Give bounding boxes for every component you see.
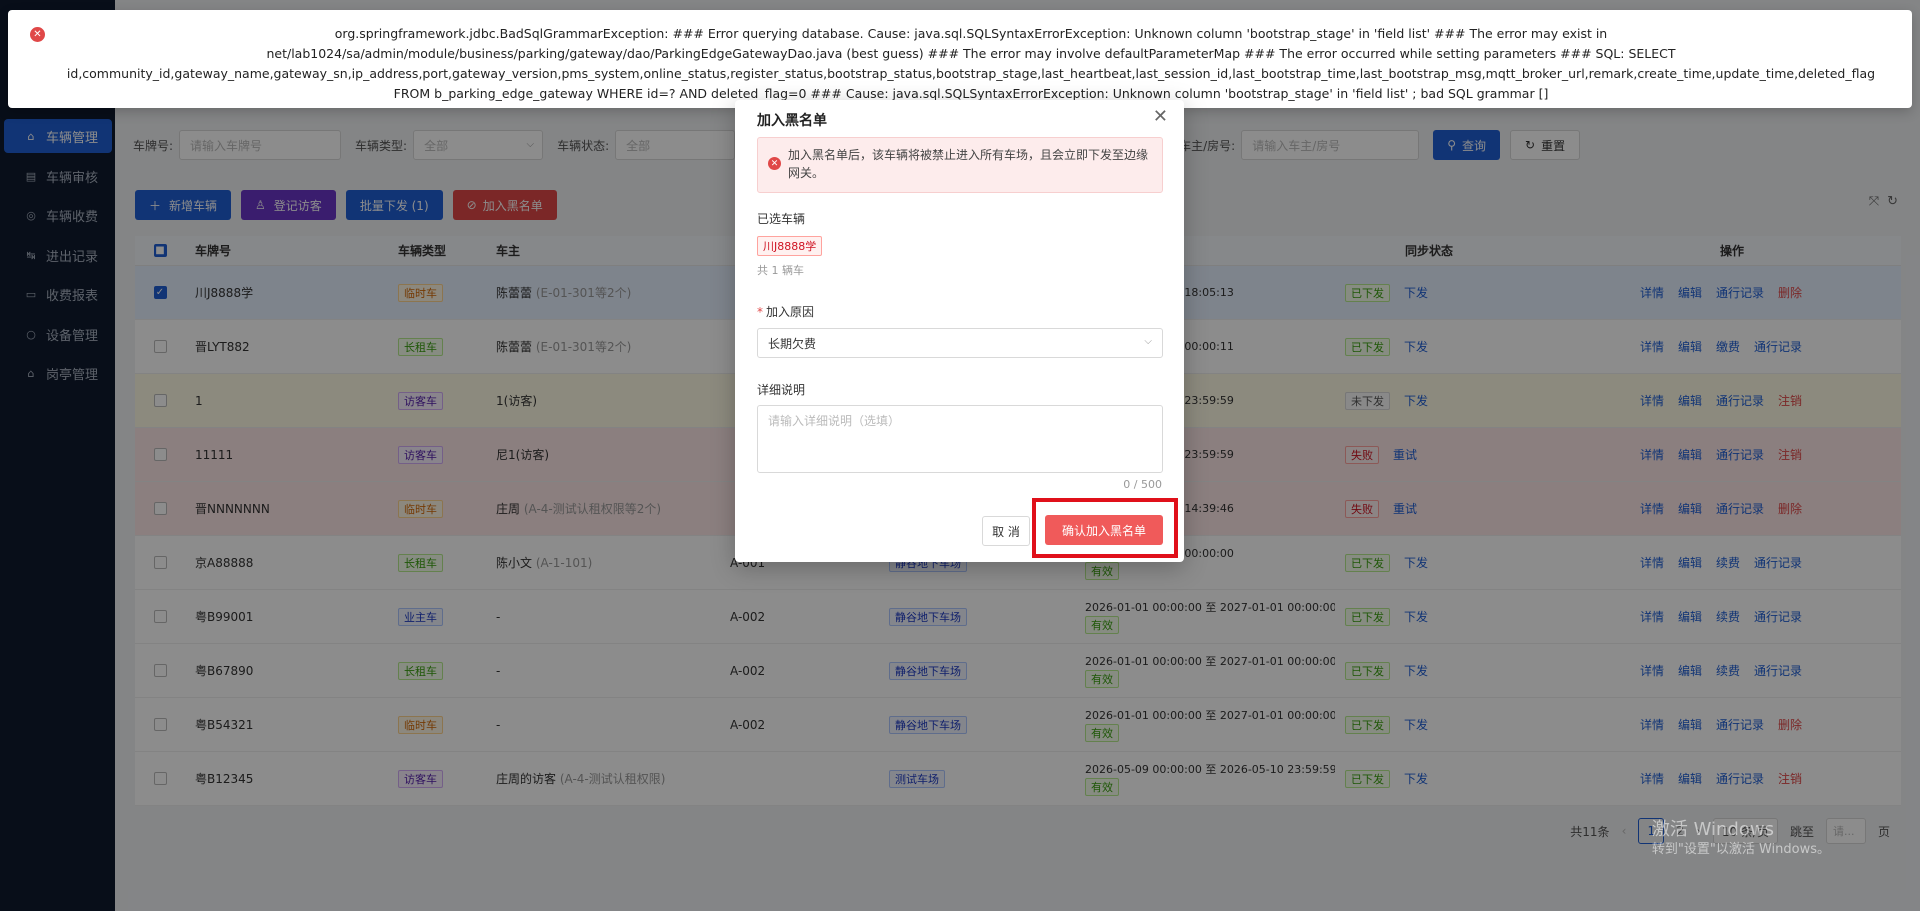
close-icon[interactable]: ✕ — [1153, 106, 1168, 127]
blacklist-dialog: 加入黑名单 ✕ ✕ 加入黑名单后，该车辆将被禁止进入所有车场，且会立即下发至边缘… — [735, 100, 1184, 562]
error-icon: ✕ — [30, 27, 45, 42]
chevron-down-icon: ⌵ — [1144, 336, 1152, 347]
detail-textarea[interactable]: 请输入详细说明（选填） — [757, 405, 1163, 473]
reason-select[interactable]: 长期欠费 ⌵ — [757, 328, 1163, 358]
cancel-button[interactable]: 取 消 — [982, 516, 1030, 546]
warning-alert: ✕ 加入黑名单后，该车辆将被禁止进入所有车场，且会立即下发至边缘网关。 — [757, 137, 1163, 193]
selected-vehicles-label: 已选车辆 — [757, 212, 806, 226]
error-circle-icon: ✕ — [768, 157, 781, 170]
error-text: org.springframework.jdbc.BadSqlGrammarEx… — [66, 26, 1876, 101]
selected-plate-tag: 川J8888学 — [757, 236, 823, 256]
dialog-title: 加入黑名单 — [757, 113, 827, 129]
alert-text: 加入黑名单后，该车辆将被禁止进入所有车场，且会立即下发至边缘网关。 — [788, 148, 1149, 180]
reason-label: * 加入原因 — [757, 305, 815, 319]
windows-activation-watermark: 激活 Windows 转到"设置"以激活 Windows。 — [1652, 820, 1830, 860]
detail-char-count: 0 / 500 — [1123, 478, 1162, 491]
watermark-line1: 激活 Windows — [1651, 819, 1774, 840]
reason-select-value: 长期欠费 — [768, 336, 817, 351]
watermark-line2: 转到"设置"以激活 Windows。 — [1651, 842, 1830, 857]
selected-count: 共 1 辆车 — [757, 264, 804, 277]
detail-label: 详细说明 — [757, 383, 806, 397]
reason-label-text: 加入原因 — [766, 305, 815, 319]
error-message: ✕ org.springframework.jdbc.BadSqlGrammar… — [8, 10, 1912, 108]
confirm-blacklist-button[interactable]: 确认加入黑名单 — [1045, 515, 1163, 545]
